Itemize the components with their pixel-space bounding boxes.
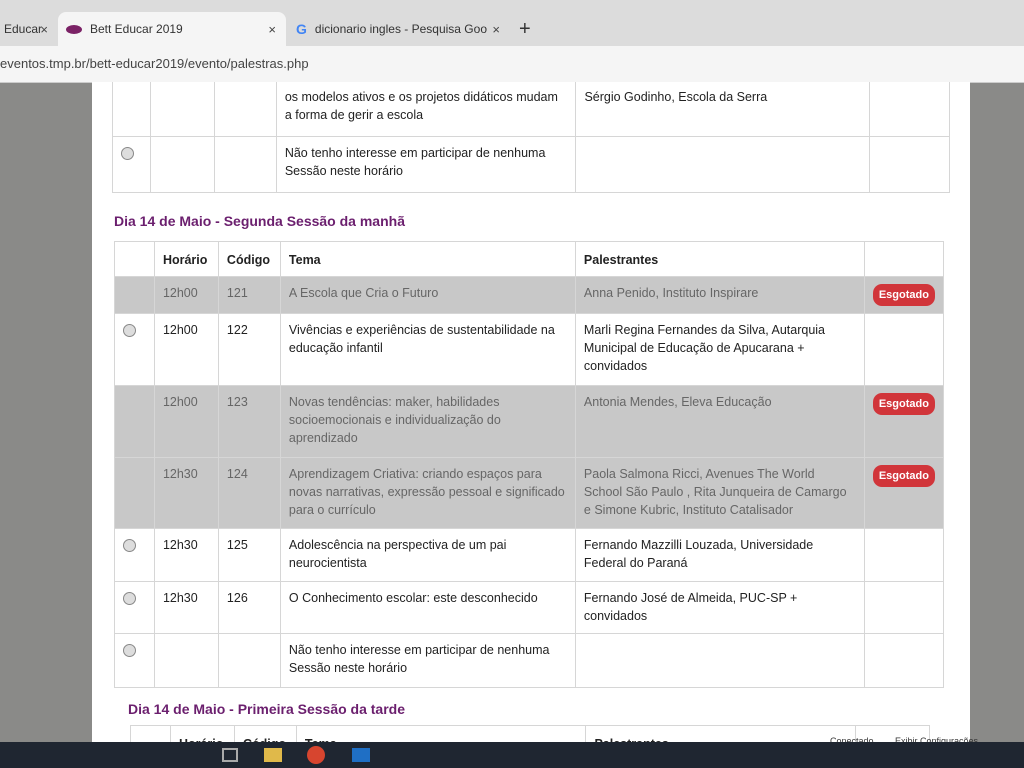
- horario-cell: [153, 633, 219, 688]
- table-header-row: Horário Código Tema Palestrantes: [114, 241, 945, 277]
- palestrantes-cell: Fernando José de Almeida, PUC-SP + convi…: [574, 581, 865, 634]
- tema-cell: Adolescência na perspectiva de um pai ne…: [279, 528, 576, 582]
- session-radio[interactable]: [123, 644, 136, 657]
- table-row[interactable]: 12h00 122 Vivências e experiências de su…: [114, 313, 945, 386]
- table-row[interactable]: os modelos ativos e os projetos didático…: [112, 82, 950, 137]
- codigo-cell: 124: [217, 457, 281, 529]
- google-icon: G: [296, 21, 307, 37]
- tab-educar[interactable]: Educar ×: [0, 12, 58, 46]
- tema-cell: os modelos ativos e os projetos didático…: [275, 82, 577, 137]
- codigo-cell: 123: [217, 385, 281, 458]
- tema-cell: A Escola que Cria o Futuro: [279, 276, 576, 314]
- session-radio[interactable]: [123, 539, 136, 552]
- tab-title: Educar: [4, 22, 43, 36]
- tab-dicionario[interactable]: G dicionario ingles - Pesquisa Goo ×: [288, 12, 510, 46]
- codigo-cell: [217, 633, 281, 688]
- palestrantes-cell: Paola Salmona Ricci, Avenues The World S…: [574, 457, 865, 529]
- table-header-row: Horário Código Tema Palestrantes: [130, 725, 930, 742]
- table-row[interactable]: 12h30 125 Adolescência na perspectiva de…: [114, 528, 945, 582]
- close-icon[interactable]: ×: [492, 22, 500, 37]
- codigo-cell: 122: [217, 313, 281, 386]
- session-table-1: os modelos ativos e os projetos didático…: [112, 82, 950, 193]
- table-row[interactable]: Não tenho interesse em participar de nen…: [114, 633, 945, 688]
- palestrantes-cell: Fernando Mazzilli Louzada, Universidade …: [574, 528, 865, 582]
- new-tab-button[interactable]: +: [519, 18, 531, 41]
- table-row: 12h00 121 A Escola que Cria o Futuro Ann…: [114, 276, 945, 314]
- session-table-3: Horário Código Tema Palestrantes: [130, 725, 930, 742]
- tab-strip: Educar × Bett Educar 2019 × G dicionario…: [0, 0, 1024, 46]
- url-text[interactable]: eventos.tmp.br/bett-educar2019/evento/pa…: [0, 56, 309, 71]
- palestrantes-cell: Anna Penido, Instituto Inspirare: [574, 276, 865, 314]
- horario-header: Horário: [153, 241, 219, 277]
- sold-out-badge: Esgotado: [872, 284, 935, 306]
- tema-cell: Não tenho interesse em participar de nen…: [275, 136, 577, 193]
- palestrantes-cell: [575, 136, 871, 193]
- tab-title: Bett Educar 2019: [90, 22, 183, 36]
- store-icon[interactable]: [352, 748, 370, 762]
- tema-header: Tema: [279, 241, 576, 277]
- tema-cell: O Conhecimento escolar: este desconhecid…: [279, 581, 576, 634]
- horario-cell: 12h30: [153, 457, 219, 529]
- table-row[interactable]: Não tenho interesse em participar de nen…: [112, 136, 950, 193]
- tema-cell: Novas tendências: maker, habilidades soc…: [279, 385, 576, 458]
- tab-title: dicionario ingles - Pesquisa Goo: [314, 22, 487, 36]
- tema-cell: Aprendizagem Criativa: criando espaços p…: [279, 457, 576, 529]
- page-content: os modelos ativos e os projetos didático…: [92, 82, 970, 742]
- table-row[interactable]: 12h30 126 O Conhecimento escolar: este d…: [114, 581, 945, 634]
- close-icon[interactable]: ×: [268, 22, 276, 37]
- horario-cell: 12h30: [153, 581, 219, 634]
- palestrantes-cell: Marli Regina Fernandes da Silva, Autarqu…: [574, 313, 865, 386]
- bett-favicon-icon: [66, 24, 82, 34]
- folder-icon[interactable]: [264, 748, 282, 762]
- palestrantes-header: Palestrantes: [574, 241, 865, 277]
- address-bar[interactable]: eventos.tmp.br/bett-educar2019/evento/pa…: [0, 46, 1024, 83]
- taskbar: [0, 742, 1024, 768]
- codigo-cell: 126: [217, 581, 281, 634]
- table-row: 12h00 123 Novas tendências: maker, habil…: [114, 385, 945, 458]
- horario-cell: 12h00: [153, 385, 219, 458]
- horario-cell: 12h00: [153, 313, 219, 386]
- session-radio[interactable]: [123, 592, 136, 605]
- sold-out-badge: Esgotado: [872, 393, 935, 415]
- horario-cell: 12h00: [153, 276, 219, 314]
- chrome-icon[interactable]: [307, 746, 325, 764]
- palestrantes-header: Palestrantes: [585, 725, 857, 742]
- horario-header: Horário: [169, 725, 235, 742]
- session-radio[interactable]: [121, 147, 134, 160]
- codigo-cell: 121: [217, 276, 281, 314]
- session-radio[interactable]: [123, 324, 136, 337]
- session-table-2: Horário Código Tema Palestrantes 12h00 1…: [114, 241, 945, 688]
- table-row: 12h30 124 Aprendizagem Criativa: criando…: [114, 457, 945, 529]
- horario-cell: 12h30: [153, 528, 219, 582]
- codigo-header: Código: [217, 241, 281, 277]
- tema-header: Tema: [295, 725, 587, 742]
- sold-out-badge: Esgotado: [872, 465, 935, 487]
- task-view-icon[interactable]: [222, 748, 238, 762]
- tema-cell: Vivências e experiências de sustentabili…: [279, 313, 576, 386]
- tab-bett-educar[interactable]: Bett Educar 2019 ×: [58, 12, 286, 46]
- section-title: Dia 14 de Maio - Primeira Sessão da tard…: [128, 701, 406, 717]
- codigo-header: Código: [233, 725, 297, 742]
- palestrantes-cell: [574, 633, 865, 688]
- palestrantes-cell: Antonia Mendes, Eleva Educação: [574, 385, 865, 458]
- section-title: Dia 14 de Maio - Segunda Sessão da manhã: [114, 213, 405, 229]
- palestrantes-cell: Sérgio Godinho, Escola da Serra: [575, 82, 871, 137]
- tema-cell: Não tenho interesse em participar de nen…: [279, 633, 576, 688]
- codigo-cell: 125: [217, 528, 281, 582]
- close-icon[interactable]: ×: [40, 22, 48, 37]
